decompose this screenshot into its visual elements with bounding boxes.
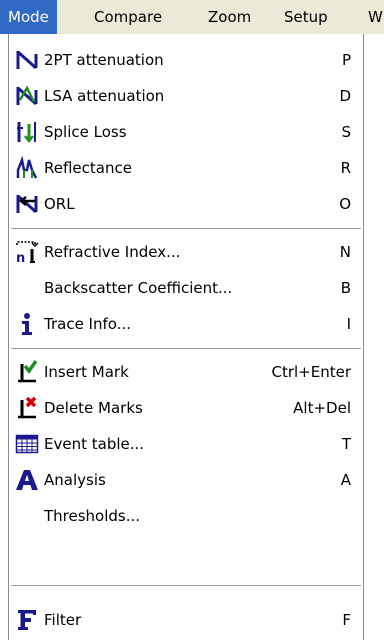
menu-item-shortcut: B bbox=[340, 279, 351, 297]
menu-separator bbox=[11, 585, 361, 587]
menu-item-label: Delete Marks bbox=[44, 399, 143, 417]
menu-setup[interactable]: Setup bbox=[276, 0, 336, 34]
menu-mode[interactable]: Mode bbox=[0, 0, 57, 34]
menu-item-2pt-attenuation[interactable]: 2PT attenuation P bbox=[9, 42, 363, 78]
menu-separator bbox=[11, 228, 361, 230]
menu-item-refractive-index[interactable]: n Refractive Index... N bbox=[9, 234, 363, 270]
menu-item-label: Analysis bbox=[44, 471, 106, 489]
menu-item-shortcut: I bbox=[346, 315, 351, 333]
menu-item-shortcut: A bbox=[340, 471, 351, 489]
menu-item-shortcut: P bbox=[341, 51, 351, 69]
refractive-index-icon: n bbox=[16, 241, 39, 264]
reflectance-icon bbox=[16, 156, 38, 179]
menu-item-insert-mark[interactable]: Insert Mark Ctrl+Enter bbox=[9, 354, 363, 390]
lsa-attenuation-icon bbox=[16, 85, 38, 106]
menu-item-shortcut: N bbox=[339, 243, 351, 261]
menu-item-shortcut: S bbox=[341, 123, 351, 141]
menu-item-shortcut: O bbox=[339, 195, 351, 213]
menu-item-shortcut: D bbox=[339, 87, 351, 105]
menu-item-label: LSA attenuation bbox=[44, 87, 165, 105]
menu-item-label: 2PT attenuation bbox=[44, 51, 164, 69]
splice-loss-icon bbox=[17, 122, 36, 144]
menu-item-splice-loss[interactable]: Splice Loss S bbox=[9, 114, 363, 150]
menu-item-shortcut: F bbox=[342, 611, 351, 629]
menu-item-filter[interactable]: Filter F bbox=[9, 602, 363, 638]
filter-icon bbox=[18, 610, 36, 630]
menu-item-delete-marks[interactable]: Delete Marks Alt+Del bbox=[9, 390, 363, 426]
menu-window[interactable]: W bbox=[360, 0, 383, 34]
delete-marks-icon bbox=[18, 396, 37, 419]
menu-item-shortcut: R bbox=[340, 159, 351, 177]
menu-item-label: Trace Info... bbox=[44, 315, 131, 333]
menu-compare[interactable]: Compare bbox=[86, 0, 170, 34]
event-table-icon bbox=[15, 434, 39, 454]
mode-dropdown-menu: 2PT attenuation P LSA attenuation D Spli… bbox=[8, 34, 364, 640]
menu-item-label: Filter bbox=[44, 611, 82, 629]
menu-zoom[interactable]: Zoom bbox=[200, 0, 259, 34]
menu-item-analysis[interactable]: Analysis A bbox=[9, 462, 363, 498]
menu-item-label: Thresholds... bbox=[44, 507, 141, 525]
svg-text:n: n bbox=[16, 251, 25, 264]
menu-item-label: Reflectance bbox=[44, 159, 132, 177]
menu-item-label: Splice Loss bbox=[44, 123, 127, 141]
menu-item-shortcut: T bbox=[341, 435, 351, 453]
menu-item-label: Insert Mark bbox=[44, 363, 129, 381]
menu-item-event-table[interactable]: Event table... T bbox=[9, 426, 363, 462]
menu-item-label: Refractive Index... bbox=[44, 243, 181, 261]
menu-item-thresholds[interactable]: Thresholds... bbox=[9, 498, 363, 534]
menu-item-trace-info[interactable]: Trace Info... I bbox=[9, 306, 363, 342]
analysis-icon bbox=[16, 470, 38, 490]
menu-item-shortcut: Ctrl+Enter bbox=[271, 363, 351, 381]
menu-item-label: Event table... bbox=[44, 435, 145, 453]
orl-icon bbox=[16, 194, 38, 214]
menu-item-reflectance[interactable]: Reflectance R bbox=[9, 150, 363, 186]
menu-item-label: ORL bbox=[44, 195, 75, 213]
menu-item-orl[interactable]: ORL O bbox=[9, 186, 363, 222]
2pt-attenuation-icon bbox=[16, 50, 38, 70]
info-icon bbox=[22, 313, 32, 335]
menu-separator bbox=[11, 348, 361, 350]
insert-mark-icon bbox=[18, 360, 38, 383]
background-window-edge bbox=[0, 34, 8, 640]
menu-item-label: Backscatter Coefficient... bbox=[44, 279, 233, 297]
background-area bbox=[364, 34, 384, 640]
menu-item-backscatter-coefficient[interactable]: Backscatter Coefficient... B bbox=[9, 270, 363, 306]
menu-item-shortcut: Alt+Del bbox=[293, 399, 351, 417]
menu-bar: Mode Compare Zoom Setup W bbox=[0, 0, 384, 35]
menu-item-lsa-attenuation[interactable]: LSA attenuation D bbox=[9, 78, 363, 114]
